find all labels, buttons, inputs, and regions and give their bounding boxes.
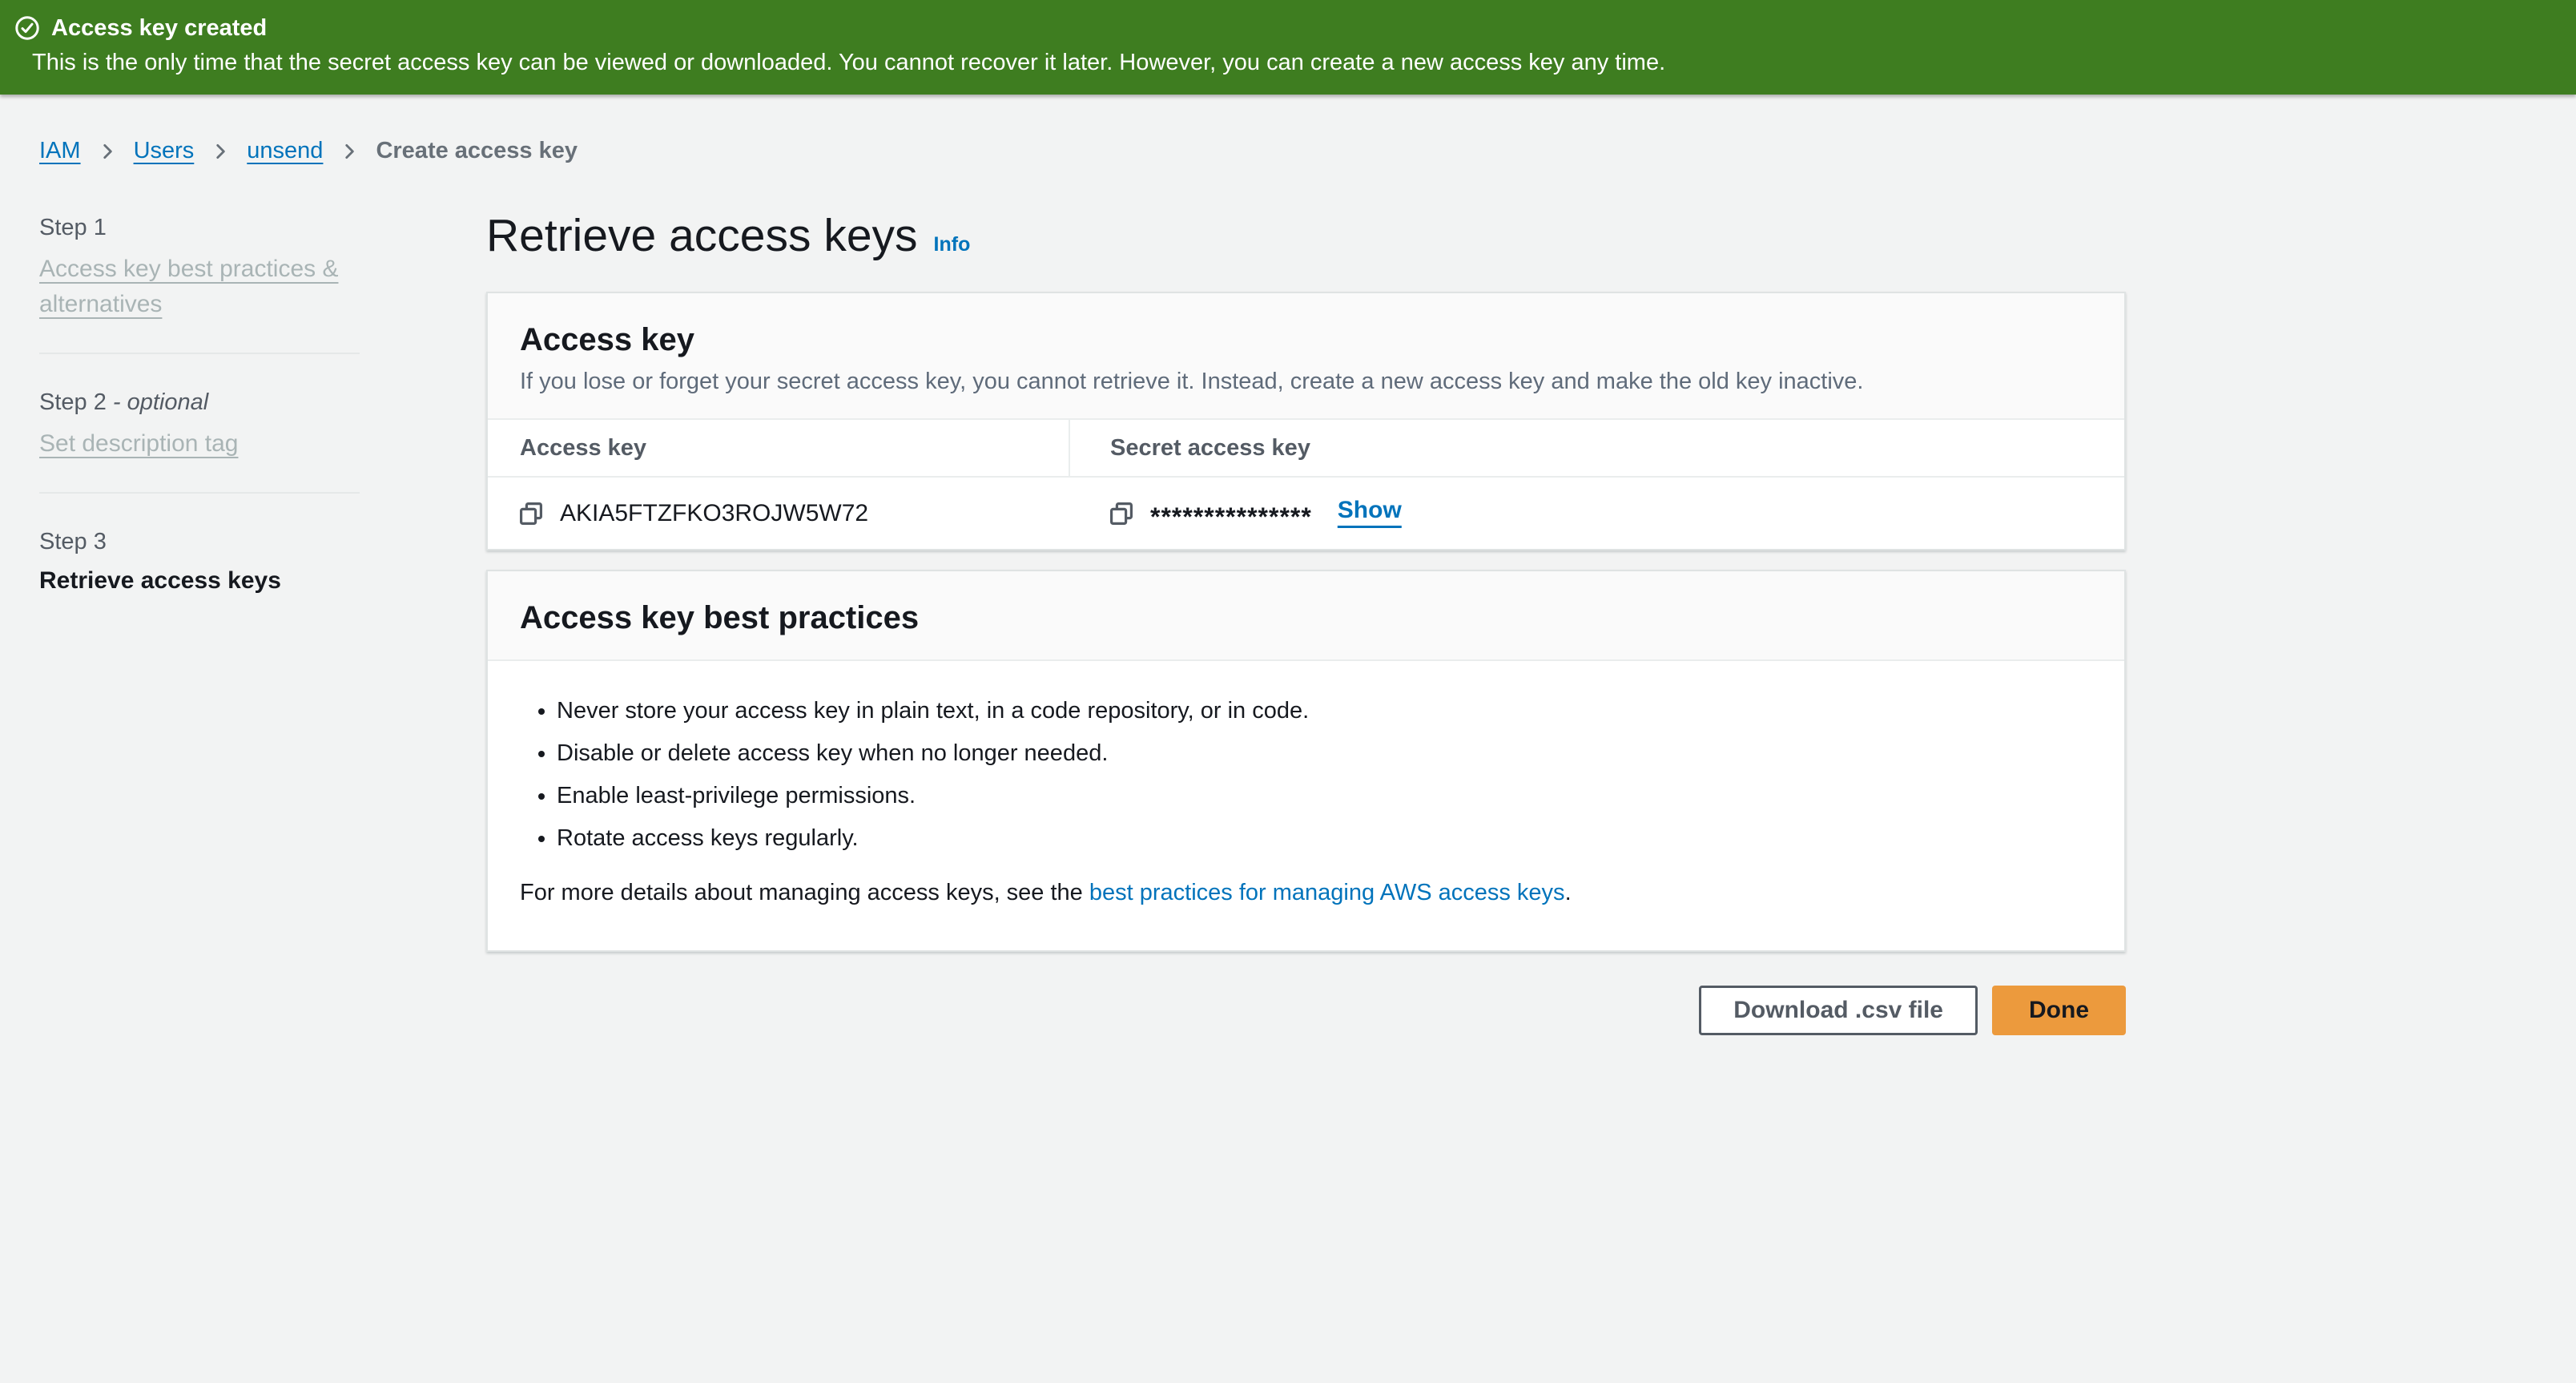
nav-divider (39, 492, 360, 494)
banner-title: Access key created (51, 13, 267, 43)
wizard-step2-link[interactable]: Set description tag (39, 430, 238, 457)
best-practices-panel-header: Access key best practices (488, 571, 2124, 661)
banner-title-row: Access key created (14, 13, 2544, 43)
copy-icon (1109, 501, 1134, 526)
best-practices-footer: For more details about managing access k… (520, 878, 2092, 907)
info-link[interactable]: Info (934, 233, 971, 256)
access-key-value: AKIA5FTZFKO3ROJW5W72 (560, 500, 868, 527)
step1-title-wrap: Access key best practices & alternatives (39, 252, 360, 322)
best-practices-panel: Access key best practices Never store yo… (486, 570, 2126, 952)
secret-key-masked-value: *************** (1150, 502, 1312, 532)
wizard-step1-link[interactable]: Access key best practices & alternatives (39, 256, 338, 317)
secret-key-cell: *************** Show (1069, 478, 2124, 549)
step2-label-text: Step 2 (39, 389, 107, 415)
main-column: Retrieve access keys Info Access key If … (486, 208, 2126, 1035)
list-item: Never store your access key in plain tex… (557, 696, 2092, 725)
chevron-right-icon (210, 141, 231, 162)
breadcrumb-link-users[interactable]: Users (134, 138, 195, 164)
best-practices-panel-title: Access key best practices (520, 599, 2092, 637)
key-table-header: Access key Secret access key (488, 420, 2124, 478)
breadcrumb-link-iam[interactable]: IAM (39, 138, 81, 164)
list-item: Rotate access keys regularly. (557, 824, 2092, 853)
footer-text-suffix: . (1565, 880, 1572, 905)
copy-icon (518, 501, 544, 526)
step2-optional-text: - optional (113, 389, 208, 415)
list-item: Disable or delete access key when no lon… (557, 739, 2092, 768)
step2-title-wrap: Set description tag (39, 426, 360, 462)
content-area: Step 1 Access key best practices & alter… (0, 208, 2576, 1035)
show-secret-link[interactable]: Show (1338, 497, 1402, 524)
key-table-row: AKIA5FTZFKO3ROJW5W72 *************** Sho… (488, 478, 2124, 549)
download-csv-button[interactable]: Download .csv file (1699, 986, 1978, 1035)
nav-divider (39, 353, 360, 354)
done-button[interactable]: Done (1992, 986, 2126, 1035)
access-key-column-header: Access key (488, 420, 1069, 476)
step3-label: Step 3 (39, 527, 486, 556)
banner-message: This is the only time that the secret ac… (32, 48, 2544, 77)
access-key-panel-title: Access key (520, 321, 2092, 359)
create-access-key-page: Access key created This is the only time… (0, 0, 2576, 1383)
page-title-row: Retrieve access keys Info (486, 208, 2126, 264)
success-banner: Access key created This is the only time… (0, 0, 2576, 95)
copy-secret-key-button[interactable] (1109, 501, 1134, 526)
action-buttons-row: Download .csv file Done (486, 986, 2126, 1035)
step2-label: Step 2 - optional (39, 388, 486, 417)
chevron-right-icon (97, 141, 118, 162)
wizard-step3-current: Retrieve access keys (39, 567, 486, 595)
breadcrumb-link-user[interactable]: unsend (247, 138, 323, 164)
footer-text-prefix: For more details about managing access k… (520, 880, 1089, 905)
chevron-right-icon (339, 141, 360, 162)
access-key-panel-header: Access key If you lose or forget your se… (488, 293, 2124, 420)
breadcrumb-current: Create access key (376, 138, 578, 164)
copy-access-key-button[interactable] (518, 501, 544, 526)
access-key-panel-description: If you lose or forget your secret access… (520, 367, 2092, 396)
step1-label: Step 1 (39, 213, 486, 242)
list-item: Enable least-privilege permissions. (557, 781, 2092, 810)
best-practices-panel-body: Never store your access key in plain tex… (488, 661, 2124, 950)
best-practices-link[interactable]: best practices for managing AWS access k… (1089, 880, 1565, 905)
wizard-steps-nav: Step 1 Access key best practices & alter… (0, 208, 486, 1035)
best-practices-list: Never store your access key in plain tex… (520, 696, 2092, 853)
check-circle-icon (14, 15, 40, 41)
secret-key-column-header: Secret access key (1069, 420, 2124, 476)
breadcrumb: IAM Users unsend Create access key (0, 95, 2576, 164)
page-title: Retrieve access keys (486, 208, 918, 264)
access-key-cell: AKIA5FTZFKO3ROJW5W72 (488, 478, 1069, 549)
access-key-panel: Access key If you lose or forget your se… (486, 292, 2126, 550)
